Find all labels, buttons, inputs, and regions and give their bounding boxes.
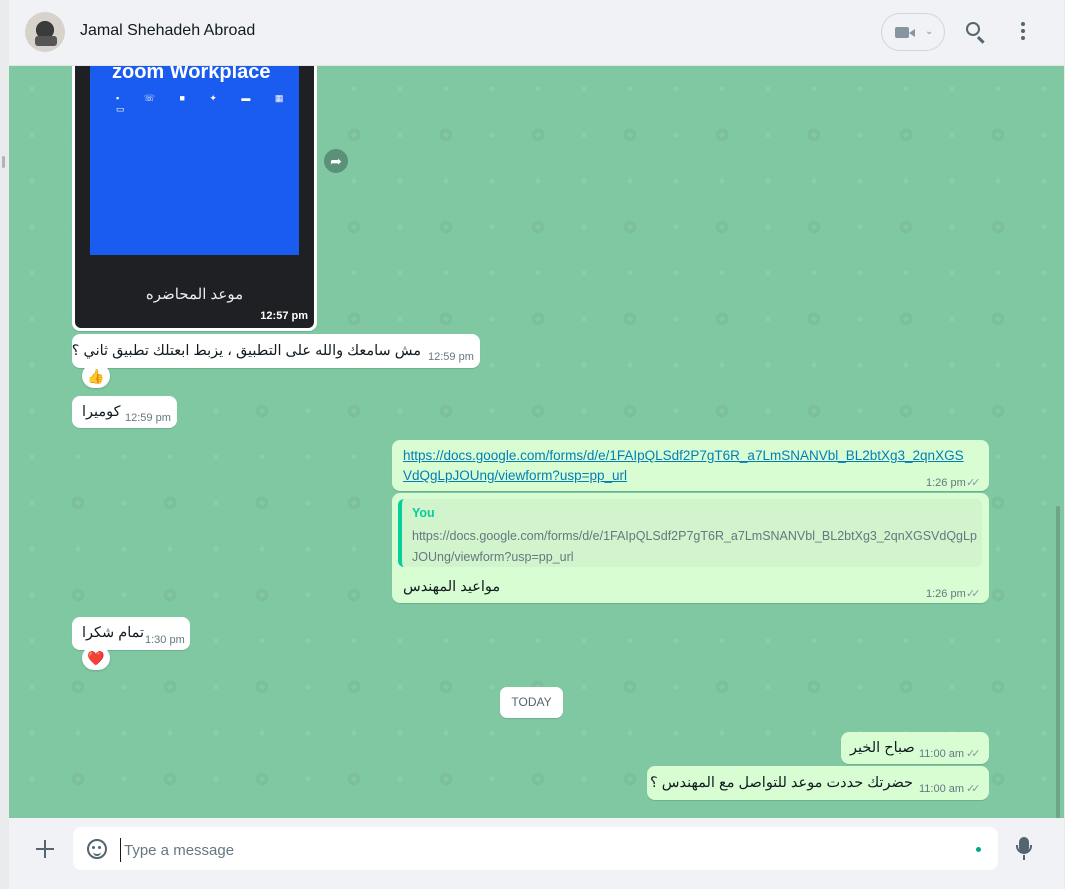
attach-plus-icon[interactable] bbox=[34, 838, 56, 860]
message-time: 12:59 pm bbox=[428, 351, 474, 363]
image-title: zoom Workplace bbox=[112, 66, 271, 83]
message-input[interactable] bbox=[120, 838, 966, 862]
message-text: حضرتك حددت موعد للتواصل مع المهندس ؟ bbox=[650, 775, 913, 791]
scrollbar[interactable] bbox=[1056, 506, 1060, 818]
quoted-message[interactable]: You https://docs.google.com/forms/d/e/1F… bbox=[398, 499, 982, 567]
search-icon[interactable] bbox=[966, 22, 980, 36]
read-receipt-icon: ✓✓ bbox=[966, 783, 981, 795]
message-time: 12:57 pm bbox=[260, 310, 308, 322]
message-text: صباح الخير bbox=[850, 740, 915, 756]
quote-author: You bbox=[412, 506, 435, 520]
message-list[interactable]: zoom Workplace ▪ ☏ ■ ✦ ▬ ▦ ▭ موعد المحاض… bbox=[9, 66, 1064, 818]
read-receipt-icon: ✓✓ bbox=[966, 588, 981, 600]
incoming-message[interactable]: مش سامعك والله على التطبيق ، يزبط ابعتلك… bbox=[72, 334, 480, 368]
status-dot-icon bbox=[976, 847, 981, 852]
incoming-message[interactable]: كوميرا 12:59 pm bbox=[72, 396, 177, 428]
outgoing-message[interactable]: https://docs.google.com/forms/d/e/1FAIpQ… bbox=[392, 440, 989, 491]
window-edge bbox=[0, 150, 9, 180]
date-divider: TODAY bbox=[500, 687, 563, 718]
read-receipt-icon: ✓✓ bbox=[966, 477, 981, 489]
quote-text: https://docs.google.com/forms/d/e/1FAIpQ… bbox=[412, 529, 977, 564]
incoming-message[interactable]: تمام شكرا 1:30 pm bbox=[72, 617, 190, 650]
read-receipt-icon: ✓✓ bbox=[966, 748, 981, 760]
message-time: 1:26 pm bbox=[926, 477, 966, 489]
message-time: 1:30 pm bbox=[145, 634, 185, 646]
message-text: كوميرا bbox=[82, 404, 121, 420]
message-text: مش سامعك والله على التطبيق ، يزبط ابعتلك… bbox=[71, 343, 421, 359]
message-time: 11:00 am bbox=[919, 783, 965, 795]
microphone-icon[interactable] bbox=[1016, 837, 1032, 854]
forward-icon[interactable]: ➦ bbox=[324, 149, 348, 173]
image-caption: موعد المحاضره bbox=[145, 286, 244, 303]
message-image[interactable]: zoom Workplace ▪ ☏ ■ ✦ ▬ ▦ ▭ موعد المحاض… bbox=[75, 66, 314, 328]
reaction-badge[interactable]: ❤️ bbox=[82, 646, 110, 670]
video-camera-icon bbox=[895, 27, 915, 38]
chat-window: Jamal Shehadeh Abroad ⌄ zoom Workplace ▪… bbox=[9, 0, 1064, 889]
chat-header: Jamal Shehadeh Abroad ⌄ bbox=[9, 0, 1064, 66]
message-input-box[interactable] bbox=[73, 827, 998, 870]
avatar[interactable] bbox=[25, 12, 65, 52]
image-content: zoom Workplace ▪ ☏ ■ ✦ ▬ ▦ ▭ bbox=[90, 66, 299, 255]
emoji-sticker-icon[interactable] bbox=[87, 839, 107, 859]
microphone-icon-stand bbox=[1023, 855, 1025, 860]
menu-icon[interactable] bbox=[1021, 22, 1025, 42]
message-link-continued[interactable]: VdQgLpJOUng/viewform?usp=pp_url bbox=[403, 468, 627, 483]
image-message[interactable]: zoom Workplace ▪ ☏ ■ ✦ ▬ ▦ ▭ موعد المحاض… bbox=[72, 66, 317, 331]
message-text: تمام شكرا bbox=[82, 625, 145, 641]
video-call-button[interactable]: ⌄ bbox=[881, 13, 945, 51]
zoom-toolbar-icons: ▪ ☏ ■ ✦ ▬ ▦ ▭ bbox=[116, 93, 295, 114]
outgoing-message[interactable]: صباح الخير 11:00 am ✓✓ bbox=[841, 732, 989, 764]
message-time: 1:26 pm bbox=[926, 588, 966, 600]
contact-name[interactable]: Jamal Shehadeh Abroad bbox=[80, 22, 255, 40]
message-text: مواعيد المهندس bbox=[403, 579, 501, 595]
outgoing-reply-message[interactable]: You https://docs.google.com/forms/d/e/1F… bbox=[392, 493, 989, 603]
message-link[interactable]: https://docs.google.com/forms/d/e/1FAIpQ… bbox=[403, 448, 964, 463]
message-time: 12:59 pm bbox=[125, 412, 171, 424]
message-time: 11:00 am bbox=[919, 748, 965, 760]
chevron-down-icon: ⌄ bbox=[925, 26, 934, 37]
reaction-badge[interactable]: 👍 bbox=[82, 364, 110, 388]
composer bbox=[9, 818, 1064, 880]
outgoing-message[interactable]: حضرتك حددت موعد للتواصل مع المهندس ؟ 11:… bbox=[647, 766, 989, 800]
